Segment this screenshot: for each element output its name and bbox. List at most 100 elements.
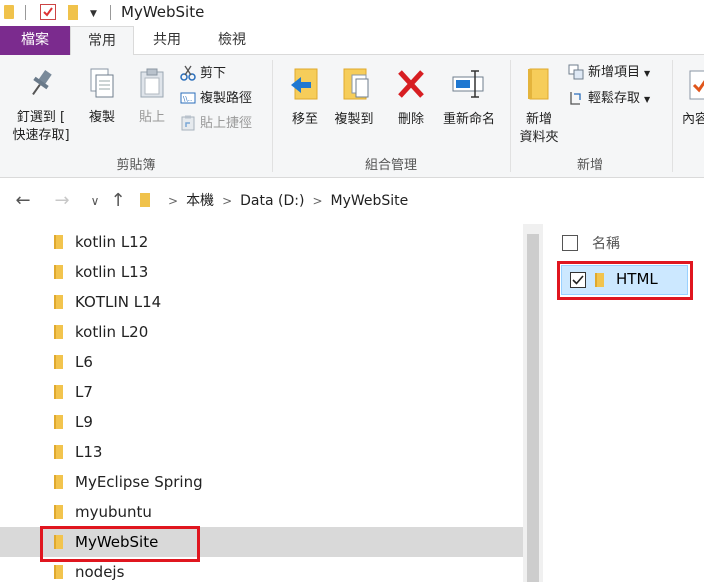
cut-button[interactable]: 剪下 [180, 63, 226, 85]
tree-item[interactable]: kotlin L12 [0, 227, 523, 257]
scrollbar-thumb[interactable] [527, 234, 539, 582]
tree-item[interactable]: L7 [0, 377, 523, 407]
new-item-icon [568, 64, 584, 80]
back-arrow-icon[interactable]: ← [12, 190, 34, 211]
folder-icon [140, 193, 150, 207]
chevron-down-icon: ▼ [644, 95, 651, 104]
quick-access-dropdown-icon[interactable]: ▼ [90, 9, 97, 19]
navigation-bar: ← → ∨ ↑ > 本機 > Data (D:) > MyWebSite [0, 178, 704, 224]
tab-file[interactable]: 檔案 [0, 26, 70, 55]
tree-item-label: kotlin L12 [75, 233, 149, 251]
tree-item[interactable]: L9 [0, 407, 523, 437]
ribbon: 釘選到 [ 快速存取] 複製 貼上 剪下 \\.. 複製路徑 貼上捷徑 剪貼簿 移… [0, 55, 704, 178]
tab-view[interactable]: 檢視 [204, 26, 260, 55]
recent-locations-chevron-icon[interactable]: ∨ [84, 194, 106, 208]
tab-share[interactable]: 共用 [137, 26, 197, 55]
new-folder-quick-access-icon[interactable] [68, 5, 78, 20]
move-to-button[interactable]: 移至 [285, 67, 325, 129]
chevron-right-icon[interactable]: > [312, 194, 322, 208]
copy-to-label: 複製到 [334, 112, 374, 127]
new-folder-icon [514, 67, 564, 107]
pin-to-quick-access-button[interactable]: 釘選到 [ 快速存取] [6, 67, 76, 145]
tree-item-label: L7 [75, 383, 93, 401]
window-title: MyWebSite [121, 3, 205, 21]
delete-label: 刪除 [397, 112, 424, 127]
properties-button[interactable]: 內容 [682, 67, 704, 129]
rename-button[interactable]: 重新命名 [436, 67, 502, 129]
copy-path-label: 複製路徑 [200, 91, 253, 106]
new-item-label: 新增項目 [588, 65, 641, 80]
tree-item-label: kotlin L13 [75, 263, 149, 281]
rename-label: 重新命名 [442, 112, 495, 127]
divider [25, 5, 26, 20]
chevron-right-icon[interactable]: > [222, 194, 232, 208]
properties-icon [686, 67, 704, 107]
properties-quick-access-icon[interactable] [40, 4, 56, 20]
folder-icon [54, 325, 63, 339]
breadcrumb-drive-d[interactable]: Data (D:) [240, 193, 304, 209]
organize-group-label: 組合管理 [364, 158, 417, 173]
folder-icon [4, 5, 14, 19]
tree-scrollbar[interactable] [523, 224, 543, 582]
easy-access-label: 輕鬆存取 [588, 91, 641, 106]
paste-shortcut-icon [180, 115, 196, 131]
delete-button[interactable]: 刪除 [393, 67, 429, 129]
forward-arrow-icon[interactable]: → [51, 190, 73, 211]
tree-item[interactable]: MyEclipse Spring [0, 467, 523, 497]
folder-icon [54, 415, 63, 429]
tree-item-label: L9 [75, 413, 93, 431]
new-folder-button[interactable]: 新增 資料夾 [514, 67, 564, 147]
pin-label-line2: 快速存取] [12, 128, 70, 143]
folder-icon [54, 475, 63, 489]
title-bar: ▼ MyWebSite [0, 0, 704, 26]
breadcrumb-mywebsite[interactable]: MyWebSite [331, 193, 409, 209]
paste-shortcut-button[interactable]: 貼上捷徑 [180, 113, 252, 135]
tree-item[interactable]: L13 [0, 437, 523, 467]
easy-access-button[interactable]: 輕鬆存取 ▼ [568, 88, 650, 110]
new-group-label: 新增 [576, 158, 603, 173]
paste-label: 貼上 [138, 110, 165, 125]
paste-button[interactable]: 貼上 [132, 67, 172, 127]
tree-item[interactable]: kotlin L20 [0, 317, 523, 347]
tree-item[interactable]: KOTLIN L14 [0, 287, 523, 317]
copy-button[interactable]: 複製 [82, 67, 122, 127]
copy-to-icon [330, 67, 378, 107]
tree-item-label: KOTLIN L14 [75, 293, 162, 311]
tree-item[interactable]: myubuntu [0, 497, 523, 527]
address-bar[interactable]: > 本機 > Data (D:) > MyWebSite [134, 186, 704, 216]
folder-icon [54, 235, 63, 249]
folder-icon [54, 445, 63, 459]
move-to-icon [285, 67, 325, 107]
svg-text:\\..: \\.. [183, 95, 192, 103]
divider [110, 5, 111, 20]
paste-shortcut-label: 貼上捷徑 [200, 116, 253, 131]
up-arrow-icon[interactable]: ↑ [107, 190, 129, 211]
tree-item[interactable]: kotlin L13 [0, 257, 523, 287]
folder-icon [54, 295, 63, 309]
tree-item-label: MyEclipse Spring [75, 473, 203, 491]
easy-access-icon [568, 90, 584, 106]
copy-label: 複製 [88, 110, 115, 125]
pin-label-line1: 釘選到 [ [16, 110, 66, 125]
tab-home[interactable]: 常用 [70, 26, 134, 56]
select-all-checkbox[interactable] [562, 235, 578, 251]
ribbon-tabs: 檔案 常用 共用 檢視 [0, 26, 704, 56]
chevron-right-icon[interactable]: > [168, 194, 178, 208]
folder-icon [54, 565, 63, 579]
folder-icon [54, 355, 63, 369]
folder-icon [54, 505, 63, 519]
tree-item-label: L6 [75, 353, 93, 371]
copy-to-button[interactable]: 複製到 [330, 67, 378, 129]
highlight-box [40, 526, 200, 562]
copy-path-button[interactable]: \\.. 複製路徑 [180, 88, 252, 110]
new-item-button[interactable]: 新增項目 ▼ [568, 62, 650, 84]
highlight-box [557, 261, 693, 300]
scissors-icon [180, 65, 196, 81]
copy-path-icon: \\.. [180, 90, 196, 106]
breadcrumb-this-pc[interactable]: 本機 [186, 193, 214, 209]
tree-item[interactable]: L6 [0, 347, 523, 377]
tree-item-label: kotlin L20 [75, 323, 149, 341]
group-divider [672, 60, 673, 172]
column-header-name[interactable]: 名稱 [592, 233, 620, 253]
new-folder-label-line2: 資料夾 [519, 130, 559, 145]
